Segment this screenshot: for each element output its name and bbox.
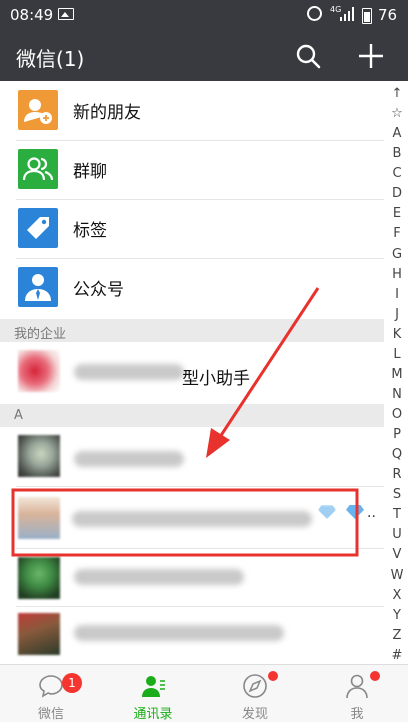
index-letter[interactable]: T xyxy=(386,505,408,525)
tab-label-me: 我 xyxy=(350,707,364,722)
status-time: 08:49 xyxy=(10,6,54,24)
index-letter[interactable]: C xyxy=(386,164,408,184)
index-letter[interactable]: Y xyxy=(386,606,408,626)
search-icon[interactable] xyxy=(295,43,321,69)
enterprise-contact-label: 型小助手 xyxy=(182,369,250,389)
index-letter[interactable]: E xyxy=(386,204,408,224)
index-letter[interactable]: I xyxy=(386,285,408,305)
index-letter[interactable]: M xyxy=(386,365,408,385)
index-letter[interactable]: L xyxy=(386,345,408,365)
index-letter[interactable]: Z xyxy=(386,626,408,646)
tab-contacts[interactable]: 通讯录 xyxy=(102,665,204,722)
group-chat-icon xyxy=(18,149,58,189)
notification-dot xyxy=(268,671,278,681)
contacts-icon xyxy=(142,676,165,697)
avatar xyxy=(18,350,60,392)
battery-level: 76 xyxy=(378,6,398,24)
index-letter[interactable]: # xyxy=(386,646,408,666)
index-letter[interactable]: U xyxy=(386,525,408,545)
index-letter[interactable]: D xyxy=(386,184,408,204)
index-letter[interactable]: B xyxy=(386,144,408,164)
person-icon xyxy=(346,674,368,699)
official-accounts-row[interactable]: 公众号 xyxy=(0,259,384,319)
tab-discover[interactable]: 发现 xyxy=(204,665,306,722)
title-bar: 微信(1) xyxy=(0,31,408,81)
blurred-name xyxy=(74,569,244,585)
add-friend-icon xyxy=(18,90,58,130)
avatar xyxy=(18,497,60,539)
index-letter[interactable]: R xyxy=(386,465,408,485)
section-header-enterprise: 我的企业 xyxy=(0,319,384,342)
index-letter[interactable]: X xyxy=(386,586,408,606)
index-letter[interactable]: O xyxy=(386,405,408,425)
unread-badge: 1 xyxy=(62,673,82,693)
group-chat-row[interactable]: 群聊 xyxy=(0,141,384,200)
index-letter[interactable]: W xyxy=(386,566,408,586)
tab-label-discover: 发现 xyxy=(241,707,268,722)
tab-label-chats: 微信 xyxy=(37,707,64,722)
blurred-name xyxy=(74,364,184,380)
contact-row-highlighted[interactable]: .. xyxy=(0,487,384,549)
index-letter[interactable]: G xyxy=(386,245,408,265)
blurred-name xyxy=(74,625,284,641)
index-letter[interactable]: Q xyxy=(386,445,408,465)
section-header-a: A xyxy=(0,404,384,427)
status-bar: 08:49 4G 76 xyxy=(0,0,408,31)
diamond-icon xyxy=(346,505,364,519)
menu-label-official-accounts: 公众号 xyxy=(73,280,124,300)
page-title: 微信(1) xyxy=(16,47,85,71)
index-letter[interactable]: H xyxy=(386,265,408,285)
contact-row[interactable] xyxy=(0,607,384,664)
plus-icon[interactable] xyxy=(356,41,386,71)
blurred-name xyxy=(72,511,312,527)
menu-label-new-friends: 新的朋友 xyxy=(73,103,141,123)
image-notification-icon xyxy=(58,8,74,20)
index-letter[interactable]: J xyxy=(386,305,408,325)
avatar xyxy=(18,613,60,655)
official-account-icon xyxy=(18,267,58,307)
menu-label-group-chat: 群聊 xyxy=(73,162,107,182)
avatar xyxy=(18,557,60,599)
tab-me[interactable]: 我 xyxy=(306,665,408,722)
blurred-name xyxy=(74,451,184,467)
index-letter[interactable]: ↑ xyxy=(386,84,408,104)
tab-chats[interactable]: 1 微信 xyxy=(0,665,102,722)
index-letter[interactable]: P xyxy=(386,425,408,445)
avatar xyxy=(18,435,60,477)
index-letter[interactable]: N xyxy=(386,385,408,405)
index-letter[interactable]: K xyxy=(386,325,408,345)
contact-row[interactable] xyxy=(0,549,384,607)
alphabet-index[interactable]: ↑ ☆ A B C D E F G H I J K L M N O P Q R S T U V W X Y Z # xyxy=(386,84,408,664)
enterprise-contact-row[interactable]: 型小助手 xyxy=(0,342,384,404)
signal-icon xyxy=(340,7,356,21)
compass-icon xyxy=(243,674,267,698)
tab-label-contacts: 通讯录 xyxy=(133,707,173,722)
contact-row[interactable] xyxy=(0,427,384,487)
index-letter[interactable]: A xyxy=(386,124,408,144)
tags-row[interactable]: 标签 xyxy=(0,200,384,259)
tab-bar: 1 微信 通讯录 发现 我 xyxy=(0,664,408,722)
index-letter[interactable]: ☆ xyxy=(386,104,408,124)
index-letter[interactable]: V xyxy=(386,545,408,565)
index-letter[interactable]: F xyxy=(386,224,408,244)
ellipsis: .. xyxy=(367,505,376,521)
chat-bubble-icon xyxy=(39,675,63,698)
menu-label-tags: 标签 xyxy=(73,221,107,241)
notification-dot xyxy=(370,671,380,681)
tag-icon xyxy=(18,208,58,248)
new-friends-row[interactable]: 新的朋友 xyxy=(0,82,384,141)
battery-icon xyxy=(362,8,372,24)
diamond-icon xyxy=(318,505,336,519)
index-letter[interactable]: S xyxy=(386,485,408,505)
alarm-icon xyxy=(307,6,322,21)
